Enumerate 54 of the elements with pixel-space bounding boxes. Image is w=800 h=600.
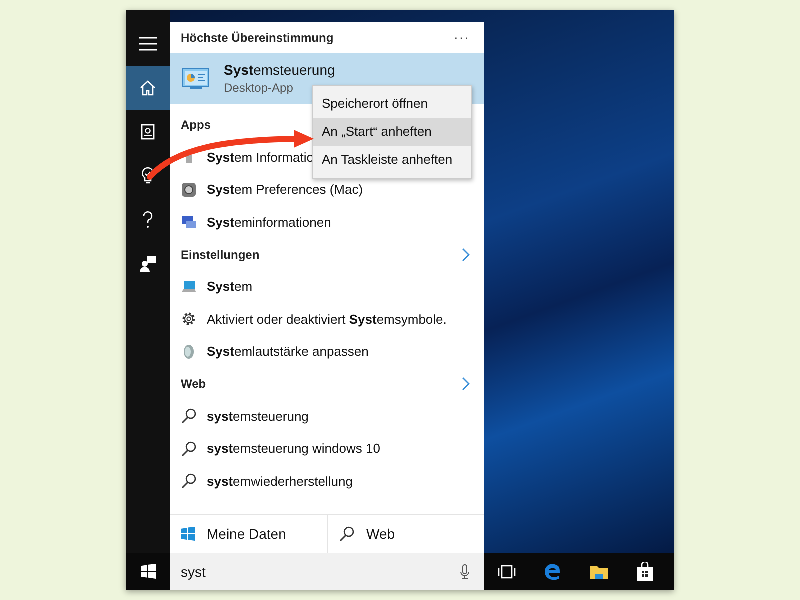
search-icon — [181, 473, 197, 490]
context-menu-item[interactable]: An Taskleiste anheften — [313, 146, 471, 174]
help-icon — [142, 211, 154, 229]
result-label: System — [207, 279, 253, 294]
microphone-icon[interactable] — [460, 564, 470, 580]
more-options-button[interactable]: ··· — [454, 30, 470, 45]
task-view-icon — [498, 564, 516, 578]
folder-icon — [589, 564, 609, 580]
result-item[interactable]: Systeminformationen — [170, 206, 484, 238]
browser-e-icon — [544, 562, 562, 580]
feedback-icon — [139, 255, 157, 273]
laptop-icon — [181, 278, 197, 295]
result-subtitle: Desktop-App — [224, 81, 294, 95]
result-item[interactable]: System — [170, 270, 484, 303]
chevron-right-icon[interactable] — [462, 248, 470, 262]
search-icon — [338, 526, 354, 542]
result-label: Aktiviert oder deaktiviert Systemsymbole. — [207, 312, 447, 327]
filter-button[interactable]: Meine Daten — [170, 515, 326, 553]
section-heading: Höchste Übereinstimmung — [181, 30, 334, 44]
context-menu-item[interactable]: An „Start“ anheften — [313, 118, 471, 146]
gear-app-icon — [181, 182, 197, 198]
result-item[interactable]: systemsteuerung windows 10 — [170, 432, 484, 465]
result-item[interactable]: systemsteuerung — [170, 400, 484, 432]
computer-icon — [181, 214, 197, 230]
result-label: systemsteuerung windows 10 — [207, 441, 380, 456]
notebook-icon — [141, 124, 155, 140]
result-item[interactable]: Aktiviert oder deaktiviert Systemsymbole. — [170, 303, 484, 336]
section-heading: Apps — [181, 118, 211, 132]
search-field[interactable]: syst — [170, 553, 484, 590]
result-item[interactable]: System Preferences (Mac) — [170, 174, 484, 206]
result-label: systemwiederherstellung — [207, 474, 353, 489]
chevron-right-icon[interactable] — [462, 377, 470, 391]
result-label: System Informatio — [207, 150, 314, 165]
result-title: Systemsteuerung — [224, 62, 336, 78]
menu-icon — [139, 37, 157, 51]
section-heading: Web — [181, 377, 206, 391]
result-item[interactable]: systemwiederherstellung — [170, 465, 484, 498]
result-label: systemsteuerung — [207, 408, 309, 424]
result-label: Systeminformationen — [207, 214, 332, 230]
windows-logo-icon — [140, 564, 156, 579]
windows-logo-icon — [181, 527, 195, 541]
lightbulb-icon — [141, 167, 155, 185]
result-label: System Preferences (Mac) — [207, 182, 364, 198]
control-panel-icon — [182, 68, 210, 90]
settings-icon — [181, 311, 197, 328]
search-icon — [181, 408, 197, 424]
sidebar-button[interactable] — [126, 66, 170, 110]
shopping-bag-icon — [636, 562, 654, 582]
section-heading: Einstellungen — [181, 248, 260, 262]
search-icon — [181, 440, 197, 457]
result-item[interactable]: Systemlautstärke anpassen — [170, 336, 484, 368]
home-icon — [140, 80, 156, 96]
speaker-icon — [181, 344, 197, 360]
result-label: Systemlautstärke anpassen — [207, 344, 369, 360]
